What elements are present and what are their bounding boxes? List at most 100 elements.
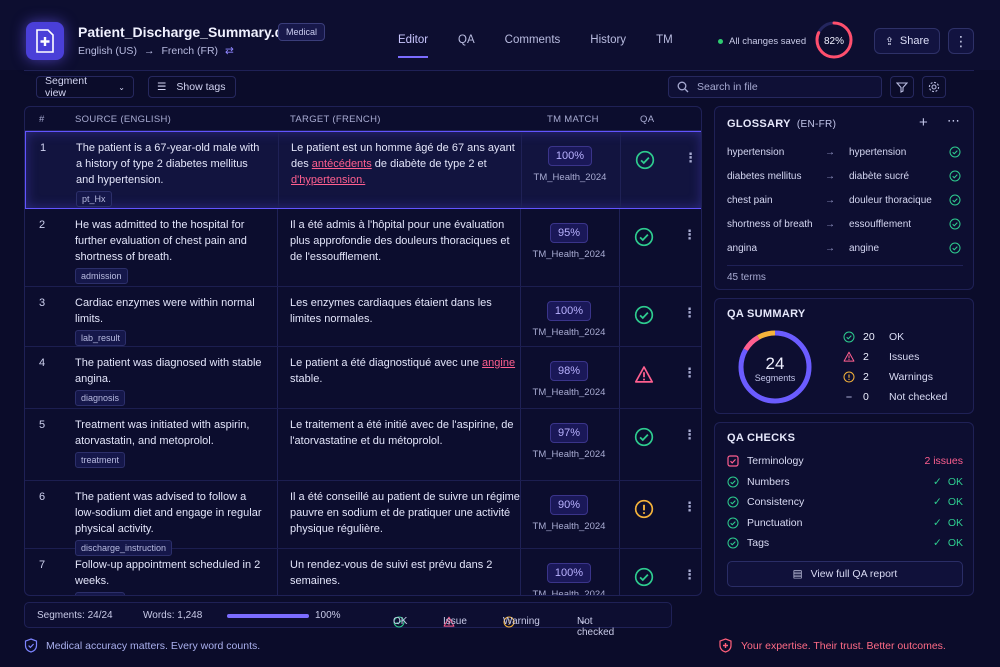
tm-match-percent[interactable]: 97% <box>549 423 589 443</box>
row-more-icon[interactable]: ⋮ <box>683 427 696 443</box>
qa-checks-panel: QA CHECKS ▤ View full QA report Terminol… <box>714 422 974 596</box>
row-more-icon[interactable]: ⋮ <box>683 365 696 381</box>
word-count: Words: 1,248 <box>143 610 203 621</box>
table-row[interactable]: 4 The patient was diagnosed with stable … <box>25 347 701 409</box>
target-cell[interactable]: Le patient est un homme âgé de 67 ans ay… <box>291 140 521 188</box>
row-more-icon[interactable]: ⋮ <box>684 150 697 166</box>
tab-tm[interactable]: TM <box>656 34 673 58</box>
row-more-icon[interactable]: ⋮ <box>683 499 696 515</box>
segment-view-dropdown[interactable]: Segment view ⌄ <box>36 75 134 99</box>
segment-tag[interactable]: admission <box>75 268 128 284</box>
column-divider <box>521 132 522 208</box>
qa-count: 2 <box>863 351 869 363</box>
row-more-icon[interactable]: ⋮ <box>683 567 696 583</box>
legend-label: OK <box>393 616 408 627</box>
segment-number: 3 <box>39 297 46 309</box>
show-tags-button[interactable]: ☰ Show tags <box>148 76 236 98</box>
search-box[interactable] <box>668 76 882 98</box>
qa-check-status: ✓ OK <box>933 516 963 529</box>
medical-shield-icon <box>719 638 732 653</box>
qa-warning-icon[interactable] <box>634 499 656 521</box>
tm-match-percent[interactable]: 100% <box>546 563 592 583</box>
check-circle-icon <box>949 218 961 233</box>
source-text: He was admitted to the hospital for furt… <box>75 219 247 263</box>
more-options-icon[interactable]: ⋯ <box>947 113 960 129</box>
tm-match-percent[interactable]: 98% <box>549 361 589 381</box>
segment-tag[interactable]: lab_result <box>75 330 127 346</box>
table-row[interactable]: 7 Follow-up appointment scheduled in 2 w… <box>25 549 701 595</box>
tm-match-cell: 95% TM_Health_2024 <box>525 223 613 260</box>
filter-button[interactable] <box>890 76 914 98</box>
add-term-icon[interactable]: + <box>919 114 928 131</box>
glossary-target-term: hypertension <box>849 147 907 158</box>
check-circle-icon <box>949 170 961 185</box>
tm-match-percent[interactable]: 100% <box>546 301 592 321</box>
table-row[interactable]: 1 The patient is a 67-year-old male with… <box>25 131 701 209</box>
completion-label: 100% <box>315 610 341 621</box>
target-text-part: Les enzymes cardiaques étaient dans les … <box>290 297 492 325</box>
source-cell: The patient was advised to follow a low-… <box>75 489 265 556</box>
column-divider <box>277 209 278 286</box>
tm-match-cell: 100% TM_Health_2024 <box>525 563 613 595</box>
segment-tag[interactable]: pt_Hx <box>76 191 112 207</box>
segment-tag[interactable]: follow_up <box>75 592 126 595</box>
document-logo-icon <box>26 22 64 60</box>
target-cell[interactable]: Le traitement a été initié avec de l'asp… <box>290 417 520 449</box>
table-row[interactable]: 3 Cardiac enzymes were within normal lim… <box>25 287 701 347</box>
target-text-part: de diabète de type 2 et <box>371 158 487 170</box>
tab-comments[interactable]: Comments <box>505 34 561 58</box>
table-row[interactable]: 6 The patient was advised to follow a lo… <box>25 481 701 556</box>
swap-languages-icon[interactable]: ⇄ <box>225 45 234 57</box>
glossary-source-term: chest pain <box>727 195 773 206</box>
qa-issue-icon[interactable] <box>634 365 656 387</box>
qa-ok-icon[interactable] <box>634 567 656 589</box>
qa-ok-icon[interactable] <box>634 305 656 327</box>
target-cell[interactable]: Il a été conseillé au patient de suivre … <box>290 489 520 537</box>
table-row[interactable]: 2 He was admitted to the hospital for fu… <box>25 209 701 287</box>
source-cell: Follow-up appointment scheduled in 2 wee… <box>75 557 265 595</box>
segment-tag[interactable]: treatment <box>75 452 126 468</box>
tm-match-percent[interactable]: 100% <box>547 146 593 166</box>
target-cell[interactable]: Le patient a été diagnostiqué avec une a… <box>290 355 520 387</box>
tm-name: TM_Health_2024 <box>533 172 607 183</box>
settings-button[interactable] <box>922 76 946 98</box>
target-cell[interactable]: Les enzymes cardiaques étaient dans les … <box>290 295 520 327</box>
target-cell[interactable]: Un rendez-vous de suivi est prévu dans 2… <box>290 557 520 589</box>
source-cell: The patient is a 67-year-old male with a… <box>76 140 266 207</box>
column-divider <box>619 287 620 346</box>
segment-tag[interactable]: diagnosis <box>75 390 126 406</box>
qa-ok-icon[interactable] <box>634 227 656 249</box>
check-circle-icon <box>949 194 961 209</box>
check-circle-icon <box>727 476 739 488</box>
segments-table: # SOURCE (ENGLISH) TARGET (FRENCH) TM MA… <box>24 106 702 596</box>
qa-ok-icon <box>843 331 855 343</box>
tm-match-percent[interactable]: 90% <box>549 495 589 515</box>
qa-check-status: ✓ OK <box>933 537 963 549</box>
more-options-button[interactable]: ⋮ <box>948 28 974 54</box>
qa-ok-icon[interactable] <box>635 150 657 172</box>
target-cell[interactable]: Il a été admis à l'hôpital pour une éval… <box>290 217 520 265</box>
glossary-target-term: angine <box>849 243 880 254</box>
table-row[interactable]: 5 Treatment was initiated with aspirin, … <box>25 409 701 481</box>
footer-left-text: Medical accuracy matters. Every word cou… <box>46 639 261 652</box>
column-divider <box>620 132 621 208</box>
view-qa-report-button[interactable]: ▤ View full QA report <box>727 561 963 587</box>
column-divider <box>277 481 278 548</box>
qa-ok-icon[interactable] <box>634 427 656 449</box>
row-more-icon[interactable]: ⋮ <box>683 227 696 243</box>
tab-qa[interactable]: QA <box>458 34 475 58</box>
share-button[interactable]: ⇪ Share <box>874 28 940 54</box>
tab-history[interactable]: History <box>590 34 626 58</box>
tm-match-percent[interactable]: 95% <box>549 223 589 243</box>
qa-donut-chart: 24 Segments <box>738 330 812 404</box>
qa-check-status: ✓ OK <box>933 496 963 508</box>
tab-editor[interactable]: Editor <box>398 34 429 58</box>
check-icon: ✓ <box>933 537 942 549</box>
segment-view-label: Segment view <box>45 75 88 99</box>
qa-total: 24 <box>766 354 785 373</box>
column-divider <box>520 347 521 408</box>
search-input[interactable] <box>697 81 867 93</box>
row-more-icon[interactable]: ⋮ <box>683 305 696 321</box>
source-language: English (US) <box>78 45 137 57</box>
document-icon: ▤ <box>792 568 803 580</box>
